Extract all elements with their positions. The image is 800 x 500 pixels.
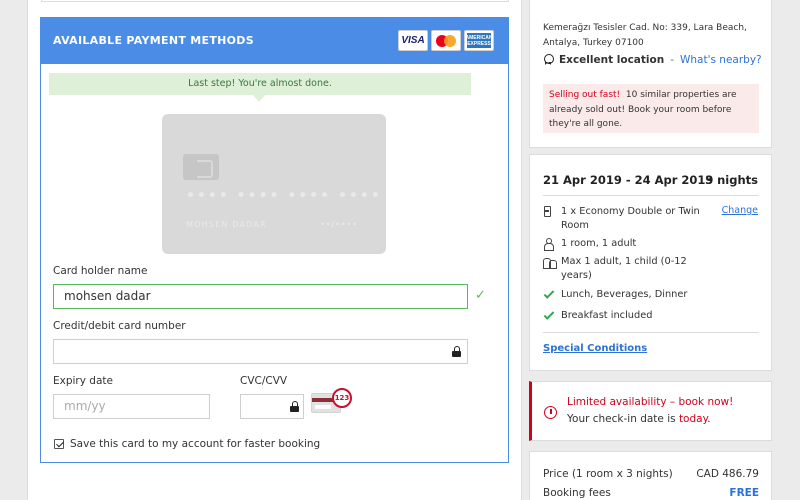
expiry-date-input[interactable]: mm/yy — [53, 394, 210, 419]
holder-name-label: Card holder name — [53, 265, 148, 277]
cvc-badge: 123 — [332, 388, 352, 408]
special-conditions-link[interactable]: Special Conditions — [543, 343, 647, 354]
selling-out-alert: Selling out fast! 10 similar properties … — [543, 84, 759, 133]
save-card-checkbox[interactable] — [54, 439, 64, 449]
valid-check-icon: ✓ — [475, 288, 486, 303]
meals: Lunch, Beverages, Dinner — [561, 289, 688, 300]
divider — [543, 332, 759, 333]
room-icon — [544, 206, 551, 217]
card-preview-number: •••• •••• •••• •••• — [186, 188, 382, 204]
meals-row: Lunch, Beverages, Dinner — [543, 288, 711, 302]
breakfast: Breakfast included — [561, 310, 653, 321]
hotel-info-card: Kemerağzı Tesisler Cad. No: 339, Lara Be… — [529, 0, 772, 148]
fees-row: Booking fees FREE — [543, 487, 759, 499]
location-label: Excellent location — [559, 54, 665, 66]
location-separator: - — [670, 54, 674, 66]
step-message: Last step! You're almost done. — [49, 73, 471, 95]
whats-nearby-link[interactable]: What's nearby? — [680, 54, 762, 66]
save-card-label: Save this card to my account for faster … — [70, 438, 321, 450]
room-type-row: 1 x Economy Double or Twin Room — [543, 205, 711, 233]
price-row: Price (1 room x 3 nights) CAD 486.79 — [543, 468, 759, 480]
check-icon — [543, 288, 555, 299]
mastercard-logo-icon — [431, 30, 461, 51]
max-occupancy: Max 1 adult, 1 child (0-12 years) — [561, 256, 687, 281]
location-row: Excellent location - What's nearby? — [543, 54, 762, 66]
card-preview-holder: MOHSEN DADAR — [186, 220, 267, 229]
step-message-arrow — [253, 95, 265, 102]
payment-methods-panel: AVAILABLE PAYMENT METHODS VISA AMERICAN … — [40, 17, 509, 463]
card-number-input[interactable] — [53, 339, 468, 364]
cvc-label: CVC/CVV — [240, 375, 288, 387]
max-occupancy-row: Max 1 adult, 1 child (0-12 years) — [543, 255, 711, 283]
stay-nights: 3 nights — [705, 173, 758, 187]
lock-icon — [452, 346, 461, 357]
limited-availability-title: Limited availability – book now! — [567, 396, 734, 408]
check-in-notice: Your check-in date is today. — [567, 413, 711, 425]
payment-header-title: AVAILABLE PAYMENT METHODS — [53, 34, 254, 47]
fees-label: Booking fees — [543, 487, 611, 499]
card-preview-expiry: ••/•••• — [320, 220, 359, 229]
price-label: Price (1 room x 3 nights) — [543, 468, 673, 480]
alarm-icon — [544, 406, 557, 419]
payment-header: AVAILABLE PAYMENT METHODS VISA AMERICAN … — [41, 18, 508, 64]
holder-name-input[interactable]: mohsen dadar — [53, 284, 468, 309]
expiry-date-label: Expiry date — [53, 375, 113, 387]
check-icon — [543, 309, 555, 320]
card-preview: •••• •••• •••• •••• MOHSEN DADAR ••/•••• — [162, 114, 386, 254]
visa-logo-icon: VISA — [398, 30, 428, 51]
cvc-lock-icon — [290, 401, 299, 412]
family-icon — [543, 256, 557, 269]
fees-value: FREE — [729, 487, 759, 499]
save-card-row[interactable]: Save this card to my account for faster … — [54, 438, 320, 450]
limited-availability-alert: Limited availability – book now! Your ch… — [529, 381, 772, 441]
card-chip-icon — [183, 154, 219, 180]
sellout-title: Selling out fast! — [549, 90, 621, 100]
room-type: 1 x Economy Double or Twin Room — [561, 206, 700, 231]
card-number-label: Credit/debit card number — [53, 320, 186, 332]
amex-logo-icon: AMERICAN EXPRESS — [464, 30, 494, 51]
change-room-link[interactable]: Change — [722, 205, 758, 216]
stay-dates: 21 Apr 2019 - 24 Apr 2019 — [543, 173, 714, 187]
price-card: Price (1 room x 3 nights) CAD 486.79 Boo… — [529, 451, 772, 500]
rooms-adults: 1 room, 1 adult — [561, 238, 637, 249]
breakfast-row: Breakfast included — [543, 309, 711, 323]
person-icon — [544, 238, 554, 251]
divider — [543, 195, 759, 196]
medal-icon — [543, 54, 554, 66]
price-value: CAD 486.79 — [696, 468, 759, 480]
card-logos: VISA AMERICAN EXPRESS — [398, 30, 494, 51]
rooms-adults-row: 1 room, 1 adult — [543, 237, 711, 251]
booking-summary-card: 21 Apr 2019 - 24 Apr 2019 3 nights 1 x E… — [529, 154, 772, 371]
hotel-address: Kemerağzı Tesisler Cad. No: 339, Lara Be… — [543, 23, 747, 48]
previous-card-edge — [41, 0, 509, 2]
